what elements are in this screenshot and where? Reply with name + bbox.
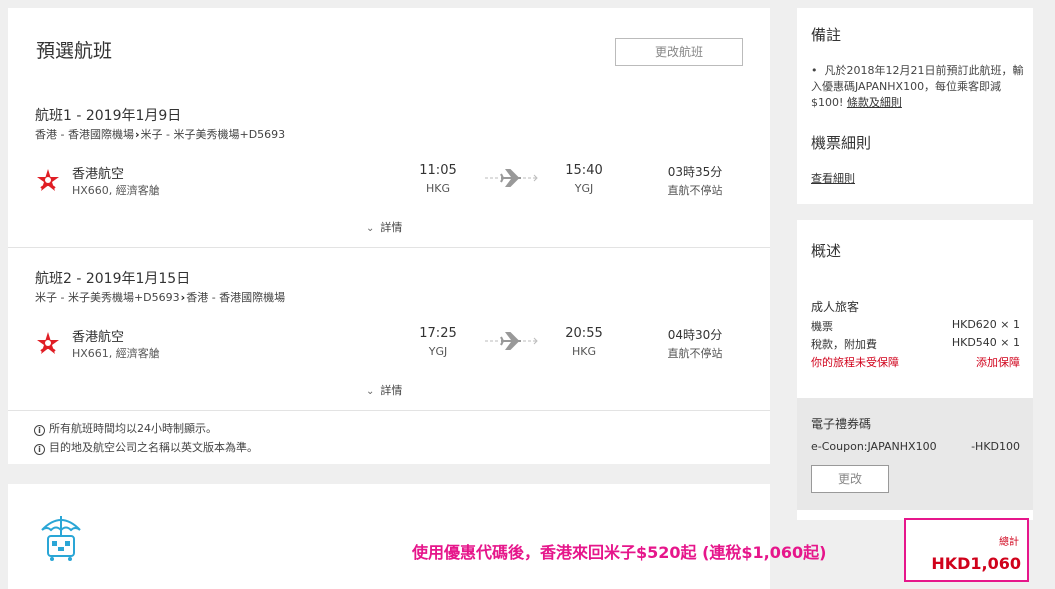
arrive-airport-code: YGJ (574, 182, 594, 195)
summary-card: 概述 成人旅客 機票 HKD620 × 1 稅款，附加費 HKD540 × 1 … (797, 220, 1033, 520)
chevron-down-icon: ⌄ (366, 223, 375, 234)
segment-route: 米子 - 米子美秀機場+D5693›香港 - 香港國際機場 (35, 289, 285, 305)
details-toggle[interactable]: ⌄ 詳情 (366, 382, 402, 398)
info-icon: i (34, 444, 45, 455)
info-icon: i (34, 425, 45, 436)
route-origin: 香港 - 香港國際機場 (35, 128, 134, 141)
flight-number: HX661, 經濟客艙 (72, 347, 160, 360)
details-label: 詳情 (380, 384, 403, 397)
change-flight-button[interactable]: 更改航班 (615, 38, 743, 66)
page-title: 預選航班 (36, 40, 113, 62)
route-destination: 米子 - 米子美秀機場+D5693 (140, 128, 286, 141)
coupon-title: 電子禮券碼 (811, 417, 872, 431)
fare-rules-title: 機票細則 (811, 134, 872, 152)
insurance-row: 你的旅程未受保障 添加保障 (811, 354, 1020, 370)
airplane-icon (485, 332, 538, 350)
remarks-card: 備註 • 凡於2018年12月21日前預訂此航班，輸入優惠碼JAPANHX100… (797, 8, 1033, 204)
segment-divider (8, 247, 770, 248)
coupon-section: 電子禮券碼 e-Coupon:JAPANHX100 -HKD100 更改 (797, 398, 1033, 510)
flight-duration: 03時35分 (667, 165, 723, 179)
promo-caption: 使用優惠代碼後，香港來回米子$520起 (連稅$1,060起) (412, 543, 827, 562)
arrive-airport-code: HKG (571, 345, 596, 358)
route-destination: 香港 - 香港國際機場 (186, 291, 286, 304)
tax-label: 稅款，附加費 (811, 338, 877, 351)
change-coupon-button[interactable]: 更改 (811, 465, 889, 493)
view-rules-link[interactable]: 查看細則 (811, 170, 855, 186)
note-text: 所有航班時間均以24小時制顯示。 (49, 422, 217, 435)
flight-duration: 04時30分 (667, 328, 723, 342)
notes-divider (8, 410, 770, 411)
airline-name: 香港航空 (72, 330, 125, 345)
adult-passenger-label: 成人旅客 (811, 300, 860, 314)
airline-name: 香港航空 (72, 167, 125, 182)
coupon-value: -HKD100 (971, 440, 1020, 453)
segment-heading: 航班1 - 2019年1月9日 (35, 108, 182, 124)
hong-kong-airlines-logo-icon (37, 332, 59, 354)
total-value: HKD1,060 (931, 554, 1021, 573)
route-chevron-icon: › (180, 291, 186, 304)
route-origin: 米子 - 米子美秀機場+D5693 (35, 291, 180, 304)
chevron-down-icon: ⌄ (366, 386, 375, 397)
fare-label: 機票 (811, 320, 833, 333)
arrive-time: 15:40 (565, 163, 603, 178)
coupon-row: e-Coupon:JAPANHX100 -HKD100 (811, 440, 1020, 453)
remark-text: 凡於2018年12月21日前預訂此航班，輸入優惠碼JAPANHX100，每位乘客… (811, 64, 1024, 109)
stop-info: 直航不停站 (667, 184, 723, 197)
note-time-format: i 所有航班時間均以24小時制顯示。 (34, 420, 217, 436)
bullet: • (811, 64, 825, 77)
total-label: 總計 (999, 537, 1019, 548)
segment-heading: 航班2 - 2019年1月15日 (35, 271, 191, 287)
insurance-warning: 你的旅程未受保障 (811, 356, 899, 369)
tax-value: HKD540 × 1 (951, 336, 1020, 349)
depart-time: 11:05 (419, 163, 457, 178)
segment-route: 香港 - 香港國際機場›米子 - 米子美秀機場+D5693 (35, 126, 285, 142)
route-chevron-icon: › (134, 128, 140, 141)
arrive-time: 20:55 (565, 326, 603, 341)
note-text: 目的地及航空公司之名稱以英文版本為準。 (49, 441, 258, 454)
insurance-umbrella-icon (41, 516, 81, 561)
airplane-icon (485, 169, 538, 187)
depart-time: 17:25 (419, 326, 457, 341)
fare-row: 機票 HKD620 × 1 (811, 318, 1020, 334)
remark-item: • 凡於2018年12月21日前預訂此航班，輸入優惠碼JAPANHX100，每位… (811, 63, 1026, 111)
hong-kong-airlines-logo-icon (37, 169, 59, 191)
summary-title: 概述 (811, 242, 842, 260)
add-insurance-link[interactable]: 添加保障 (976, 354, 1020, 370)
stop-info: 直航不停站 (667, 347, 723, 360)
details-toggle[interactable]: ⌄ 詳情 (366, 219, 402, 235)
details-label: 詳情 (380, 221, 403, 234)
depart-airport-code: HKG (425, 182, 450, 195)
flight-number: HX660, 經濟客艙 (72, 184, 160, 197)
terms-link[interactable]: 條款及細則 (847, 96, 902, 109)
depart-airport-code: YGJ (428, 345, 448, 358)
total-box: 總計 HKD1,060 (904, 518, 1029, 582)
insurance-card (8, 484, 770, 589)
note-english-names: i 目的地及航空公司之名稱以英文版本為準。 (34, 439, 258, 455)
fare-value: HKD620 × 1 (951, 318, 1020, 331)
tax-row: 稅款，附加費 HKD540 × 1 (811, 336, 1020, 352)
remarks-title: 備註 (811, 26, 842, 44)
coupon-code: e-Coupon:JAPANHX100 (811, 440, 937, 453)
itinerary-card: 預選航班 更改航班 航班1 - 2019年1月9日 香港 - 香港國際機場›米子… (8, 8, 770, 464)
